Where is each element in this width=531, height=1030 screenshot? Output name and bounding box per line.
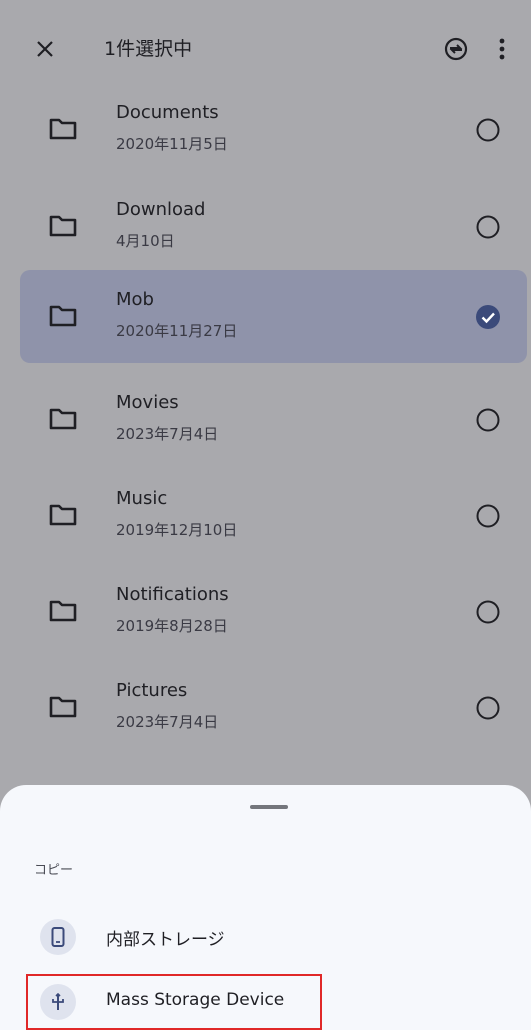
folder-icon xyxy=(49,408,77,430)
folder-icon xyxy=(49,600,77,622)
folder-name: Notifications xyxy=(116,584,229,605)
folder-row-documents[interactable]: Documents 2020年11月5日 xyxy=(0,83,531,179)
option-mass-storage-device[interactable]: Mass Storage Device xyxy=(26,974,322,1030)
close-icon xyxy=(37,41,53,57)
unchecked-circle-icon[interactable] xyxy=(475,503,501,529)
unchecked-circle-icon[interactable] xyxy=(475,599,501,625)
phone-icon xyxy=(40,919,76,955)
folder-icon xyxy=(49,305,77,327)
folder-name: Documents xyxy=(116,102,219,123)
folder-icon xyxy=(49,504,77,526)
checked-circle-icon[interactable] xyxy=(475,304,501,330)
folder-icon xyxy=(49,118,77,140)
more-vert-icon xyxy=(499,38,505,60)
sync-button[interactable] xyxy=(440,33,472,65)
folder-row-movies[interactable]: Movies 2023年7月4日 xyxy=(0,373,531,469)
folder-row-notifications[interactable]: Notifications 2019年8月28日 xyxy=(0,565,531,661)
usb-icon xyxy=(40,984,76,1020)
unchecked-circle-icon[interactable] xyxy=(475,695,501,721)
sheet-drag-handle[interactable] xyxy=(250,805,288,809)
folder-row-pictures[interactable]: Pictures 2023年7月4日 xyxy=(0,661,531,757)
folder-date: 2020年11月5日 xyxy=(116,135,228,153)
option-label: 内部ストレージ xyxy=(106,930,225,950)
option-label: Mass Storage Device xyxy=(106,990,285,1010)
folder-row-mob[interactable]: Mob 2020年11月27日 xyxy=(0,270,531,366)
copy-destination-sheet: コピー 内部ストレージ Mass Storage Device xyxy=(0,785,531,1030)
folder-date: 2023年7月4日 xyxy=(116,713,219,731)
folder-date: 2020年11月27日 xyxy=(116,322,238,340)
folder-icon xyxy=(49,696,77,718)
selection-count-title: 1件選択中 xyxy=(104,38,193,60)
unchecked-circle-icon[interactable] xyxy=(475,407,501,433)
folder-date: 4月10日 xyxy=(116,232,175,250)
folder-row-download[interactable]: Download 4月10日 xyxy=(0,180,531,276)
folder-date: 2019年8月28日 xyxy=(116,617,228,635)
option-internal-storage[interactable]: 内部ストレージ xyxy=(26,907,531,967)
sync-icon xyxy=(444,37,468,61)
folder-name: Pictures xyxy=(116,680,188,701)
folder-date: 2019年12月10日 xyxy=(116,521,238,539)
folder-name: Mob xyxy=(116,289,154,310)
more-options-button[interactable] xyxy=(488,33,516,65)
unchecked-circle-icon[interactable] xyxy=(475,214,501,240)
sheet-section-label: コピー xyxy=(34,863,74,878)
folder-name: Music xyxy=(116,488,168,509)
folder-date: 2023年7月4日 xyxy=(116,425,219,443)
folder-name: Movies xyxy=(116,392,179,413)
folder-name: Download xyxy=(116,199,206,220)
unchecked-circle-icon[interactable] xyxy=(475,117,501,143)
selected-row-highlight xyxy=(20,270,527,363)
folder-row-music[interactable]: Music 2019年12月10日 xyxy=(0,469,531,565)
folder-icon xyxy=(49,215,77,237)
close-selection-button[interactable] xyxy=(30,34,60,64)
